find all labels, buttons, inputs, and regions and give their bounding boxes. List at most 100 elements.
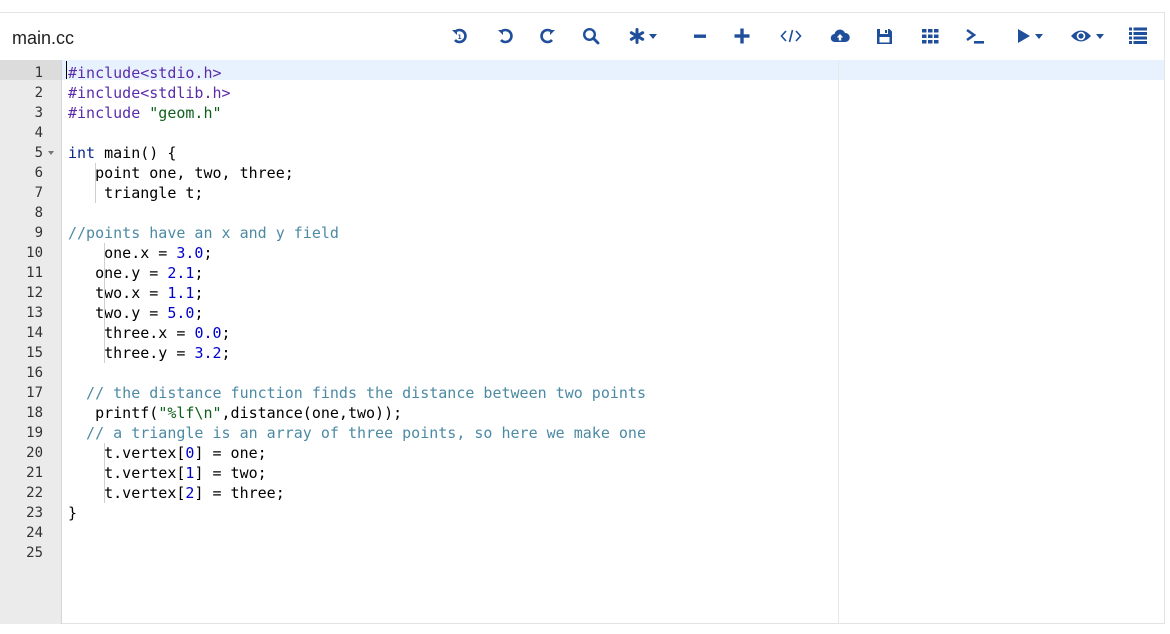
- zoom-in-button[interactable]: [733, 23, 751, 49]
- visibility-dropdown-button[interactable]: [1066, 23, 1108, 49]
- line-number: 5: [34, 145, 43, 161]
- code-line: #include<stdlib.h>: [68, 83, 231, 103]
- line-number: 9: [34, 225, 43, 241]
- line-number: 4: [34, 125, 43, 141]
- code-token-plain: main() {: [95, 144, 177, 162]
- code-token-plain: t.vertex[: [68, 444, 186, 462]
- chevron-down-icon: [1035, 33, 1043, 39]
- eye-icon: [1071, 30, 1091, 42]
- list-button[interactable]: [1128, 23, 1148, 49]
- code-token-num: 0.0: [194, 324, 222, 342]
- zoom-in-icon: [734, 28, 750, 44]
- redo-icon: [540, 28, 555, 44]
- print-margin: [838, 60, 839, 624]
- line-number-gutter: 1 2 3 4 5 6 7 8 9 10 11 12 13 14 15 16 17 18 19 20 21 22 23 24 2…: [0, 60, 62, 624]
- code-token-plain: point one, two, three;: [68, 164, 294, 182]
- chevron-down-icon: [649, 33, 657, 39]
- indent-guide: [95, 163, 96, 203]
- code-token-plain: ;: [194, 304, 204, 322]
- code-token-plain: triangle t;: [68, 184, 204, 202]
- line-number: 25: [26, 545, 43, 561]
- undo-icon: [498, 28, 513, 44]
- svg-text:1: 1: [458, 34, 462, 41]
- code-line: point one, two, three;: [68, 163, 294, 183]
- text-cursor: [66, 61, 67, 79]
- line-number: 11: [26, 265, 43, 281]
- code-line: two.x = 1.1;: [68, 283, 203, 303]
- chevron-down-icon: [1096, 33, 1104, 39]
- code-line: one.x = 3.0;: [68, 243, 213, 263]
- code-line: // a triangle is an array of three point…: [68, 423, 646, 443]
- code-line: }: [68, 503, 77, 523]
- code-editor[interactable]: 1 2 3 4 5 6 7 8 9 10 11 12 13 14 15 16 17 18 19 20 21 22 23 24 2…: [0, 60, 1164, 624]
- code-line: two.y = 5.0;: [68, 303, 203, 323]
- code-token-num: 3.2: [194, 344, 222, 362]
- grid-button[interactable]: [920, 23, 940, 49]
- run-dropdown-button[interactable]: [1012, 23, 1048, 49]
- line-number: 23: [26, 505, 43, 521]
- zoom-out-button[interactable]: [692, 23, 708, 49]
- code-token-plain: two.y =: [68, 304, 168, 322]
- terminal-button[interactable]: [963, 23, 987, 49]
- cloud-upload-icon: [830, 29, 850, 43]
- code-line: #include "geom.h": [68, 103, 222, 123]
- fold-toggle-icon[interactable]: [48, 151, 54, 155]
- code-token-plain: one.x =: [68, 244, 177, 262]
- list-icon: [1129, 27, 1147, 44]
- line-number: 6: [34, 165, 43, 181]
- code-token-plain: two.x =: [68, 284, 168, 302]
- code-line: // the distance function finds the dista…: [68, 383, 646, 403]
- play-icon: [1018, 29, 1030, 43]
- code-line: three.x = 0.0;: [68, 323, 231, 343]
- line-number: 10: [26, 245, 43, 261]
- asterisk-dropdown-icon: [629, 28, 645, 44]
- code-token-plain: ,distance(one,two));: [221, 404, 403, 422]
- code-token-kw: int: [68, 144, 96, 162]
- undo-all-icon: 1: [452, 28, 467, 44]
- code-token-plain: ] = two;: [194, 464, 267, 482]
- grid-icon: [921, 28, 938, 43]
- save-icon: [876, 28, 892, 44]
- line-number: 16: [26, 365, 43, 381]
- code-content[interactable]: #include<stdio.h> #include<stdlib.h> #incl…: [62, 60, 1164, 624]
- code-token-plain: }: [68, 504, 78, 522]
- active-line-highlight: [62, 60, 1164, 80]
- indent-guide: [104, 443, 105, 503]
- code-token-plain: ;: [221, 324, 231, 342]
- save-button[interactable]: [874, 23, 894, 49]
- code-token-plain: ;: [194, 284, 204, 302]
- line-number: 13: [26, 305, 43, 321]
- file-name: main.cc: [12, 28, 75, 48]
- line-number: 8: [34, 205, 43, 221]
- code-token-plain: printf(: [68, 404, 159, 422]
- code-token-pre: #include<stdlib.h>: [68, 84, 231, 102]
- cloud-upload-button[interactable]: [829, 23, 851, 49]
- code-token-plain: ;: [203, 244, 213, 262]
- code-token-plain: one.y =: [68, 264, 168, 282]
- code-line: t.vertex[0] = one;: [68, 443, 267, 463]
- asterisk-dropdown-button[interactable]: [625, 23, 661, 49]
- code-line: #include<stdio.h>: [68, 63, 222, 83]
- editor-window: main.cc 1 1 2 3 4 5 6 7 8 9 10 11 12 13 …: [0, 12, 1165, 624]
- search-button[interactable]: [581, 23, 601, 49]
- code-token-plain: three.x =: [68, 324, 195, 342]
- undo-all-button[interactable]: 1: [450, 23, 470, 49]
- zoom-out-icon: [694, 34, 706, 38]
- code-line: one.y = 2.1;: [68, 263, 203, 283]
- code-token-num: 1.1: [167, 284, 195, 302]
- code-line: //points have an x and y field: [68, 223, 339, 243]
- code-token-str: "geom.h": [149, 104, 222, 122]
- code-line: t.vertex[2] = three;: [68, 483, 285, 503]
- code-token-num: 5.0: [167, 304, 195, 322]
- code-line: t.vertex[1] = two;: [68, 463, 267, 483]
- undo-button[interactable]: [496, 23, 516, 49]
- code-token-num: 3.0: [176, 244, 204, 262]
- redo-button[interactable]: [537, 23, 557, 49]
- code-token-cmt: // the distance function finds the dista…: [68, 384, 646, 402]
- code-token-cmt: // a triangle is an array of three point…: [68, 424, 646, 442]
- code-line: printf("%lf\n",distance(one,two));: [68, 403, 402, 423]
- embed-code-button[interactable]: [779, 23, 803, 49]
- line-number: 20: [26, 445, 43, 461]
- code-token-plain: t.vertex[: [68, 484, 186, 502]
- code-token-plain: ] = three;: [194, 484, 285, 502]
